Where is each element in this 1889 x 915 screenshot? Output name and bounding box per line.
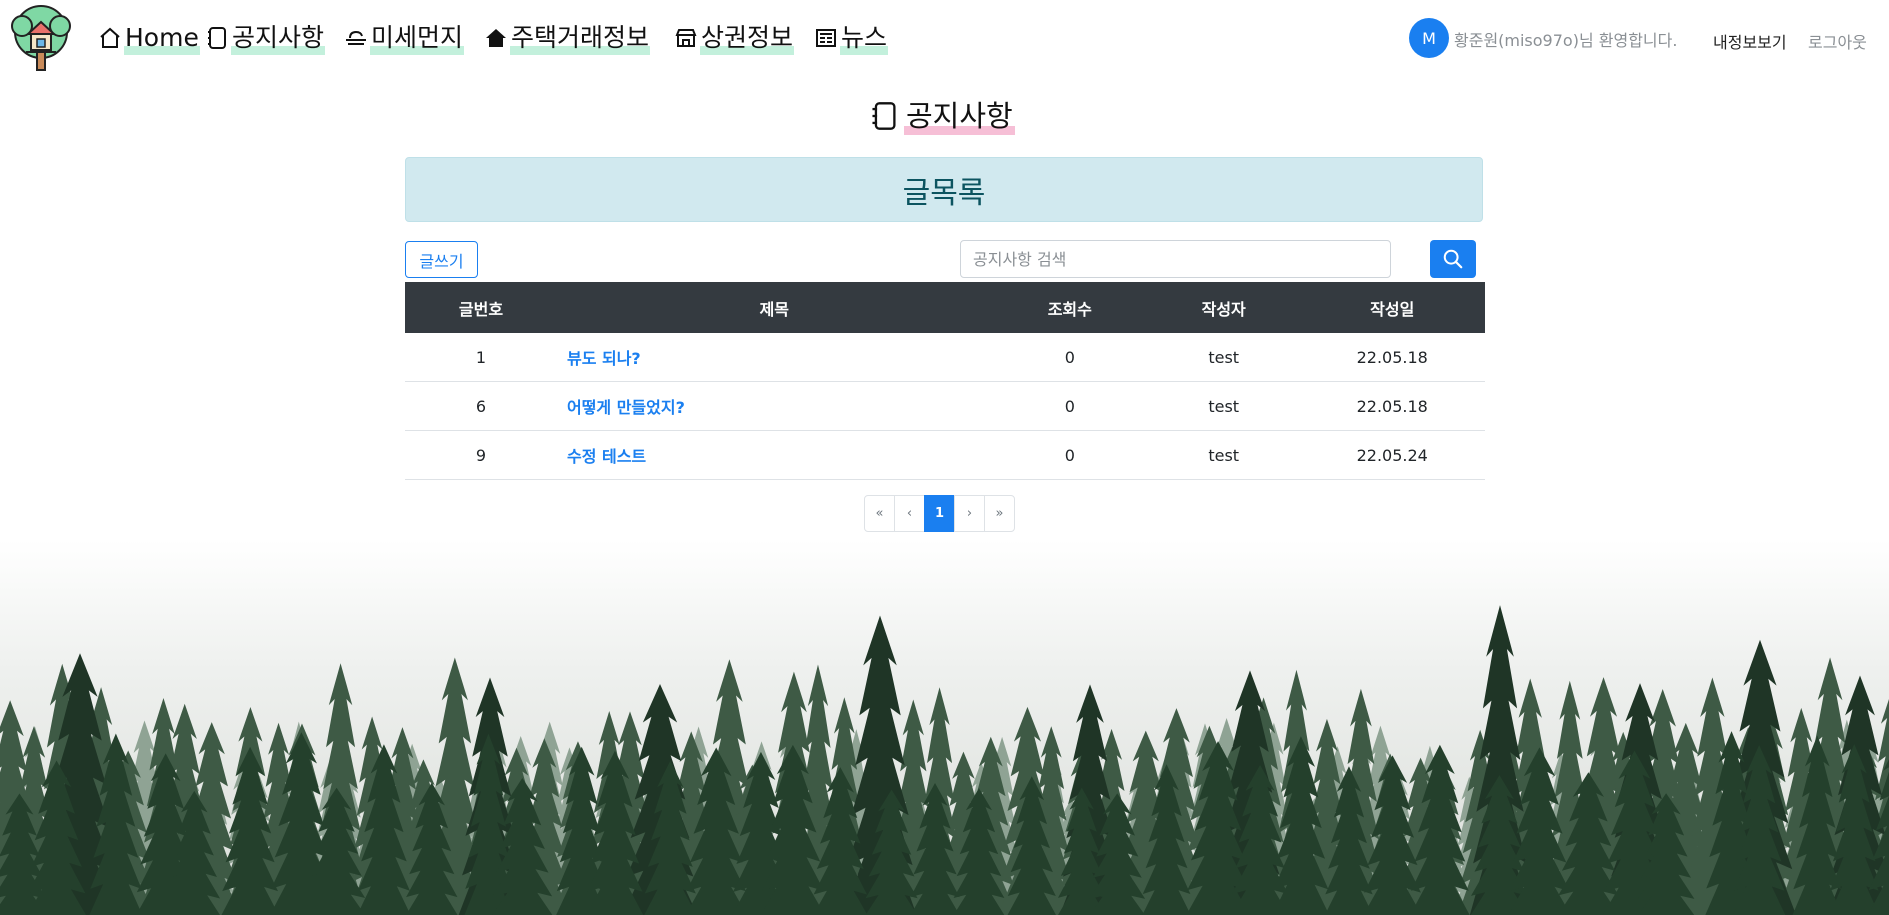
row-no: 6: [405, 381, 557, 431]
row-title-link[interactable]: 뷰도 되나?: [567, 349, 641, 368]
row-views: 0: [991, 381, 1148, 431]
newspaper-icon: [816, 29, 836, 47]
pagination: « ‹ 1 › »: [864, 495, 1015, 532]
nav-housing[interactable]: 주택거래정보: [484, 20, 651, 56]
nav-notice-label: 공지사항: [231, 21, 326, 55]
notebook-icon: [208, 27, 226, 49]
page-title: 공지사항: [870, 96, 1015, 136]
house-icon: [486, 29, 506, 47]
table-row: 6 어떻게 만들었지? 0 test 22.05.18: [405, 381, 1485, 431]
header-title[interactable]: 제목: [556, 282, 992, 333]
row-title-link[interactable]: 어떻게 만들었지?: [567, 398, 685, 417]
nav-news-label: 뉴스: [840, 21, 889, 55]
user-avatar[interactable]: M: [1409, 18, 1449, 58]
write-button[interactable]: 글쓰기: [405, 241, 478, 278]
notice-table: 글번호 제목 조회수 작성자 작성일 1 뷰도 되나? 0 test 22.05…: [405, 282, 1485, 480]
nav-home[interactable]: Home: [98, 20, 200, 56]
row-views: 0: [991, 333, 1148, 382]
page-next-button[interactable]: ›: [954, 495, 985, 532]
row-title-link[interactable]: 수정 테스트: [567, 447, 646, 466]
home-icon: [100, 27, 120, 48]
row-no: 1: [405, 333, 557, 382]
page-first-button[interactable]: «: [864, 495, 895, 532]
page-prev-button[interactable]: ‹: [894, 495, 925, 532]
row-date: 22.05.18: [1299, 333, 1485, 382]
row-author: test: [1147, 430, 1300, 480]
page-last-button[interactable]: »: [984, 495, 1015, 532]
row-date: 22.05.18: [1299, 381, 1485, 431]
table-header-row: 글번호 제목 조회수 작성자 작성일: [405, 282, 1485, 333]
page-current-button[interactable]: 1: [924, 495, 955, 532]
row-date: 22.05.24: [1299, 430, 1485, 480]
list-banner: 글목록: [405, 157, 1483, 222]
row-author: test: [1147, 381, 1300, 431]
search-input[interactable]: [960, 240, 1391, 278]
header-date[interactable]: 작성일: [1299, 282, 1485, 333]
header-author[interactable]: 작성자: [1147, 282, 1300, 333]
treehouse-logo[interactable]: [6, 4, 76, 72]
nav-home-label: Home: [124, 21, 200, 55]
forest-background-image: [0, 540, 1889, 915]
welcome-message: 황준원(miso97o)님 환영합니다.: [1454, 31, 1678, 50]
nav-notice[interactable]: 공지사항: [205, 20, 326, 56]
store-icon: [675, 29, 697, 47]
notebook-icon: [872, 102, 896, 130]
nav-housing-label: 주택거래정보: [510, 21, 651, 55]
header-views[interactable]: 조회수: [991, 282, 1148, 333]
top-navbar: Home 공지사항 미세먼지 주택거래정보 상권정보 뉴스 M 황준원(miso…: [0, 0, 1889, 78]
nav-commerce-label: 상권정보: [700, 21, 795, 55]
logout-link[interactable]: 로그아웃: [1808, 29, 1867, 53]
search-icon: [1443, 249, 1463, 269]
row-views: 0: [991, 430, 1148, 480]
smog-icon: [346, 30, 366, 45]
row-no: 9: [405, 430, 557, 480]
my-info-link[interactable]: 내정보보기: [1713, 29, 1787, 53]
table-row: 1 뷰도 되나? 0 test 22.05.18: [405, 333, 1485, 382]
row-author: test: [1147, 333, 1300, 382]
page-title-text: 공지사항: [904, 97, 1015, 135]
table-row: 9 수정 테스트 0 test 22.05.24: [405, 430, 1485, 480]
search-button[interactable]: [1430, 240, 1476, 278]
nav-dust[interactable]: 미세먼지: [344, 20, 465, 56]
header-no[interactable]: 글번호: [405, 282, 557, 333]
nav-commerce[interactable]: 상권정보: [674, 20, 795, 56]
nav-dust-label: 미세먼지: [370, 21, 465, 55]
nav-news[interactable]: 뉴스: [814, 20, 889, 56]
